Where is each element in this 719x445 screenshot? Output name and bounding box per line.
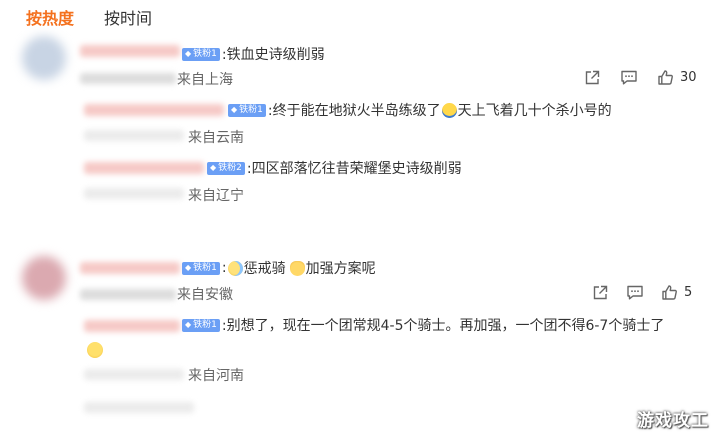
- comment-actions: 30: [584, 69, 697, 86]
- comment-text: :铁血史诗级削弱: [221, 47, 325, 63]
- username-blurred[interactable]: [80, 45, 180, 57]
- share-icon: [593, 285, 608, 300]
- avatar[interactable]: [22, 36, 66, 80]
- comment-location: 来自安徽: [177, 287, 233, 303]
- sort-tabs: 按热度 按时间: [0, 0, 719, 30]
- crying-emoji-icon: [227, 260, 243, 276]
- tab-by-time[interactable]: 按时间: [104, 5, 152, 29]
- diamond-icon: ◆: [185, 49, 192, 58]
- fan-badge[interactable]: ◆ 铁粉1: [228, 103, 266, 117]
- like-button[interactable]: 5: [661, 284, 692, 301]
- like-count: 30: [680, 70, 697, 85]
- fan-badge[interactable]: ◆ 铁粉1: [182, 261, 220, 275]
- comment-icon: [621, 70, 637, 85]
- tab-by-popularity[interactable]: 按热度: [26, 5, 74, 29]
- avatar[interactable]: [22, 256, 66, 300]
- comment-actions: 5: [592, 284, 692, 301]
- reply-text: :终于能在地狱火半岛练级了: [267, 103, 441, 119]
- diamond-icon: ◆: [210, 163, 217, 172]
- comment-button[interactable]: [626, 284, 644, 301]
- comment-location: 来自上海: [177, 72, 233, 88]
- reply-text: :别想了，现在一个团常规4-5个骑士。再加强，一个团不得6-7个骑士了: [221, 318, 665, 334]
- share-button[interactable]: [592, 284, 609, 301]
- reply-timestamp-blurred: [84, 130, 184, 141]
- smile-emoji-icon: [87, 342, 103, 358]
- reply-text-continued: 天上飞着几十个杀小号的: [457, 103, 612, 119]
- timestamp-blurred: [80, 289, 176, 300]
- share-icon: [585, 70, 600, 85]
- reply-username-blurred[interactable]: [84, 162, 204, 174]
- watermark: 游戏攻工: [637, 411, 709, 431]
- fan-badge[interactable]: ◆ 铁粉1: [182, 318, 220, 332]
- comment-icon: [627, 285, 643, 300]
- reply-location: 来自云南: [188, 130, 244, 146]
- share-button[interactable]: [584, 69, 601, 86]
- username-blurred[interactable]: [80, 262, 180, 274]
- cat-emoji-icon: [289, 260, 305, 276]
- reply-username-blurred[interactable]: [84, 104, 224, 116]
- diamond-icon: ◆: [231, 105, 238, 114]
- diamond-icon: ◆: [185, 263, 192, 272]
- comment-text-continued: 加强方案呢: [305, 261, 376, 277]
- thumbs-up-icon: [662, 285, 677, 300]
- reply-timestamp-blurred: [84, 369, 184, 380]
- comment-button[interactable]: [620, 69, 638, 86]
- reply-content: ◆ 铁粉1 :终于能在地狱火半岛练级了 天上飞着几十个杀小号的: [228, 100, 612, 120]
- comment-text: 惩戒骑: [243, 261, 286, 277]
- reply-timestamp-blurred: [84, 188, 184, 199]
- laughing-emoji-icon: [441, 102, 457, 118]
- reply-username-blurred[interactable]: [84, 320, 180, 332]
- reply-location: 来自河南: [188, 368, 244, 384]
- like-button[interactable]: 30: [657, 69, 697, 86]
- fan-badge[interactable]: ◆ 铁粉2: [207, 161, 245, 175]
- timestamp-blurred: [80, 73, 176, 84]
- fan-badge[interactable]: ◆ 铁粉1: [182, 47, 220, 61]
- thumbs-up-icon: [658, 70, 673, 85]
- diamond-icon: ◆: [185, 320, 192, 329]
- like-count: 5: [684, 285, 693, 300]
- comment-content: ◆ 铁粉1 : 惩戒骑 加强方案呢: [182, 258, 376, 278]
- reply-text: :四区部落忆往昔荣耀堡史诗级削弱: [246, 161, 462, 177]
- reply-username-blurred: [84, 402, 194, 413]
- comment-content: ◆ 铁粉1 :铁血史诗级削弱: [182, 44, 325, 64]
- reply-content: ◆ 铁粉1 :别想了，现在一个团常规4-5个骑士。再加强，一个团不得6-7个骑士了: [182, 315, 664, 335]
- reply-location: 来自辽宁: [188, 188, 244, 204]
- reply-content: ◆ 铁粉2 :四区部落忆往昔荣耀堡史诗级削弱: [207, 158, 462, 178]
